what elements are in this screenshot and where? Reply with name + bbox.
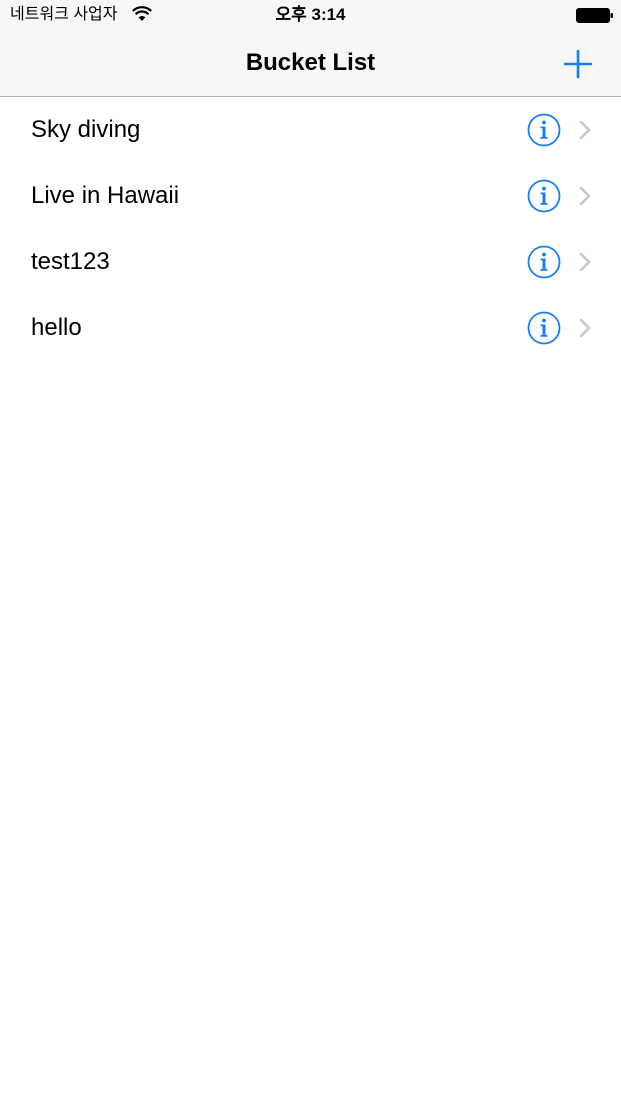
- list-item-label: hello: [31, 314, 82, 341]
- chevron-right-icon: [579, 252, 591, 272]
- status-time: 오후 3:14: [275, 5, 346, 24]
- chevron-right-icon: [579, 186, 591, 206]
- plus-icon: [563, 49, 593, 79]
- screen: 네트워크 사업자 오후 3:14 Bucket List Sky diving: [0, 0, 621, 1104]
- battery-icon: [576, 8, 613, 23]
- navigation-bar: Bucket List: [0, 30, 621, 97]
- add-item-button[interactable]: [560, 46, 596, 82]
- list-item-label: test123: [31, 248, 110, 275]
- list-item[interactable]: test123: [0, 229, 621, 295]
- list-item[interactable]: Live in Hawaii: [0, 163, 621, 229]
- page-title: Bucket List: [245, 49, 376, 76]
- list-item[interactable]: Sky diving: [0, 97, 621, 163]
- info-icon[interactable]: [527, 179, 561, 213]
- info-icon[interactable]: [527, 311, 561, 345]
- bucket-list-table: Sky diving Live in Hawaii test123 hello: [0, 97, 621, 361]
- status-bar: 네트워크 사업자 오후 3:14: [0, 0, 621, 30]
- list-item-label: Sky diving: [31, 116, 141, 143]
- info-icon[interactable]: [527, 245, 561, 279]
- list-item-label: Live in Hawaii: [31, 182, 180, 209]
- list-item[interactable]: hello: [0, 295, 621, 361]
- chevron-right-icon: [579, 318, 591, 338]
- info-icon[interactable]: [527, 113, 561, 147]
- chevron-right-icon: [579, 120, 591, 140]
